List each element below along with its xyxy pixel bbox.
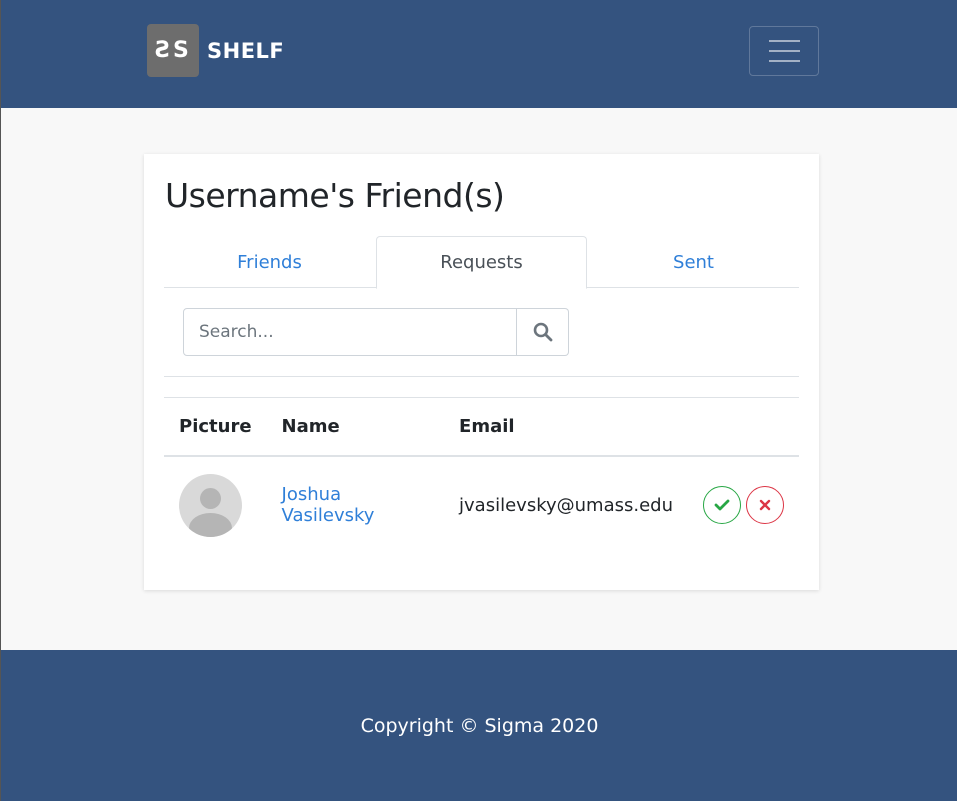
column-header-actions (688, 397, 799, 457)
actions-cell (688, 456, 799, 554)
avatar-body (189, 512, 232, 537)
avatar-head (200, 487, 221, 509)
tab-requests[interactable]: Requests (376, 236, 587, 289)
friend-name-link[interactable]: Joshua Vasilevsky (282, 484, 375, 526)
picture-cell (164, 456, 267, 554)
navbar-toggler-button[interactable] (749, 26, 819, 76)
request-actions (703, 486, 784, 524)
close-icon (759, 499, 771, 511)
search-input[interactable] (183, 308, 517, 356)
divider (164, 376, 799, 377)
footer: Copyright © Sigma 2020 (1, 650, 957, 801)
page-title: Username's Friend(s) (165, 176, 505, 215)
accept-request-button[interactable] (703, 486, 741, 524)
brand-link[interactable]: ƧS SHELF (147, 24, 284, 77)
friends-card: Username's Friend(s) Friends Requests Se… (144, 154, 819, 590)
name-cell: Joshua Vasilevsky (267, 456, 444, 554)
tab-friends[interactable]: Friends (164, 236, 375, 288)
copyright-text: Copyright © Sigma 2020 (360, 714, 599, 737)
friends-tabs: Friends Requests Sent (164, 236, 799, 289)
column-header-picture: Picture (164, 397, 267, 457)
search-button[interactable] (517, 308, 569, 356)
avatar (179, 473, 242, 537)
column-header-email: Email (444, 397, 688, 457)
hamburger-icon-line (768, 60, 800, 62)
decline-request-button[interactable] (746, 486, 784, 524)
brand-logo: ƧS (147, 24, 199, 77)
requests-table: Picture Name Email Joshua Vasilevsky jva… (164, 397, 799, 554)
table-row: Joshua Vasilevsky jvasilevsky@umass.edu (164, 456, 799, 554)
search-icon (533, 322, 552, 342)
table-header-row: Picture Name Email (164, 397, 799, 457)
hamburger-icon-line (768, 50, 800, 52)
tab-sent[interactable]: Sent (588, 236, 799, 288)
search-group (183, 308, 569, 356)
email-cell: jvasilevsky@umass.edu (459, 494, 673, 516)
brand-name: SHELF (207, 38, 285, 63)
check-icon (714, 499, 730, 511)
column-header-name: Name (266, 397, 445, 457)
hamburger-icon (768, 40, 800, 42)
navbar: ƧS SHELF (1, 0, 957, 108)
